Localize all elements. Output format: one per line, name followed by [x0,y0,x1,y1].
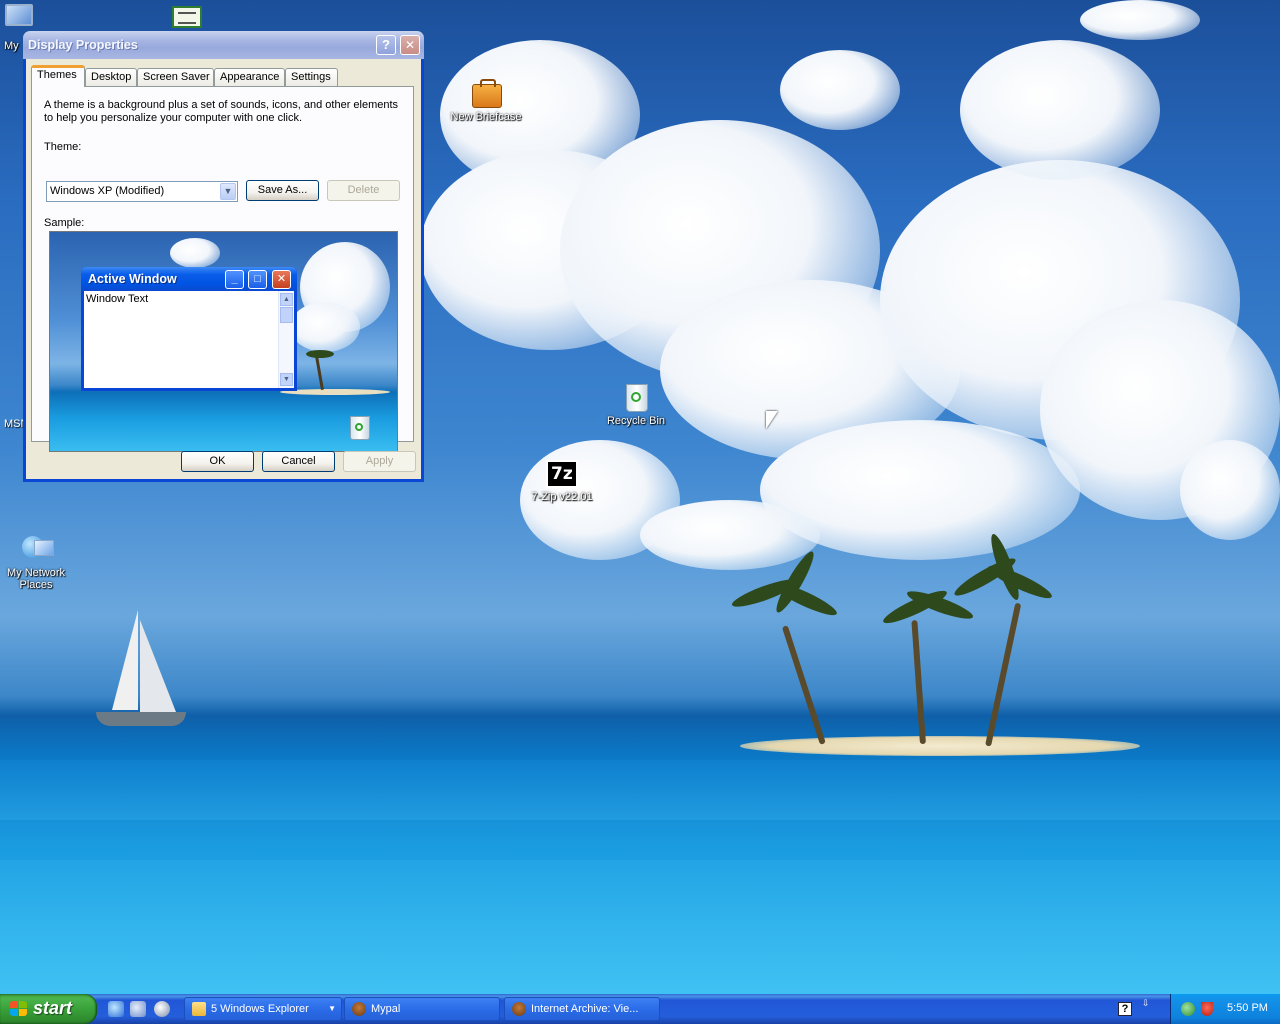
desktop-icon-label: My Network Places [6,567,66,591]
theme-select[interactable]: Windows XP (Modified) ▼ [46,181,238,202]
theme-label: Theme: [44,141,82,153]
help-button[interactable]: ? [376,35,396,55]
minimize-icon: _ [225,270,244,289]
certificate-icon [178,12,196,24]
security-shield-icon[interactable] [1201,1002,1213,1016]
theme-sample-preview: Active Window _ □ ✕ Window Text ▲ ▼ [49,231,398,452]
close-button[interactable]: ✕ [400,35,420,55]
help-tray-icon[interactable]: ? [1118,1002,1132,1016]
desktop-icon-label: Recycle Bin [606,415,666,427]
taskbar-item-label: Mypal [371,1003,401,1015]
desktop-icon-new-briefcase[interactable]: New Briefcase [446,76,526,123]
clock[interactable]: 5:50 PM [1227,1002,1268,1014]
dialog-body: Themes Desktop Screen Saver Appearance S… [26,59,421,479]
taskbar-item-label: 5 Windows Explorer [211,1003,309,1015]
dialog-titlebar[interactable]: Display Properties ? ✕ [23,31,424,59]
cancel-button[interactable]: Cancel [262,451,335,472]
tab-desktop[interactable]: Desktop [85,68,137,86]
network-places-icon [20,532,54,564]
tab-appearance[interactable]: Appearance [214,68,285,86]
tab-screen-saver[interactable]: Screen Saver [137,68,214,86]
recycle-bin-icon [620,380,652,412]
chevron-down-icon[interactable]: ▼ [220,183,236,200]
desktop-icon-my-network-places[interactable]: My Network Places [0,532,76,591]
internet-explorer-icon[interactable] [108,1001,124,1017]
taskbar-item-label: Internet Archive: Vie... [531,1003,639,1015]
ok-button[interactable]: OK [181,451,254,472]
display-properties-dialog[interactable]: Display Properties ? ✕ Themes Desktop Sc… [23,31,424,482]
taskbar-item-windows-explorer[interactable]: 5 Windows Explorer ▼ [184,997,342,1021]
delete-button: Delete [327,180,400,201]
desktop-icon-recycle-bin[interactable]: Recycle Bin [596,380,676,427]
mypal-icon [512,1002,526,1016]
taskbar-item-mypal[interactable]: Mypal [344,997,500,1021]
theme-select-value: Windows XP (Modified) [50,185,165,197]
preview-scrollbar: ▲ ▼ [278,291,294,388]
preview-window-text: Window Text [86,293,149,305]
maximize-icon: □ [248,270,267,289]
chevron-down-icon: ▼ [328,1004,336,1013]
language-bar-icon[interactable]: ⇩ [1142,998,1154,1018]
taskbar-item-internet-archive[interactable]: Internet Archive: Vie... [504,997,660,1021]
tab-settings[interactable]: Settings [285,68,338,86]
save-as-button[interactable]: Save As... [246,180,319,201]
sample-label: Sample: [44,217,85,229]
desktop-icon-7zip[interactable]: 7z 7-Zip v22.01 [522,460,602,503]
preview-active-window: Active Window _ □ ✕ Window Text ▲ ▼ [81,267,297,391]
recycle-bin-icon [350,416,370,440]
dialog-title: Display Properties [28,38,138,52]
desktop-icon-label: New Briefcase [450,111,522,123]
desktop-icon-my-computer[interactable]: My [0,2,36,52]
folder-icon [192,1002,206,1016]
start-button[interactable]: start [0,994,97,1024]
briefcase-icon [470,76,502,108]
my-computer-icon [1,2,33,28]
seven-zip-icon: 7z [546,460,578,488]
browser-icon[interactable] [130,1001,146,1017]
system-tray: 5:50 PM [1170,994,1280,1024]
tab-themes[interactable]: Themes [31,65,85,87]
themes-panel: A theme is a background plus a set of so… [31,86,414,452]
desktop-icon-label: My [4,40,19,52]
theme-description: A theme is a background plus a set of so… [44,99,399,124]
media-player-icon[interactable] [154,1001,170,1017]
close-icon: ✕ [272,270,291,289]
start-label: start [33,998,73,1018]
windows-flag-icon [10,1001,28,1017]
scroll-thumb [280,307,293,323]
desktop-icon-label: 7-Zip v22.01 [531,491,593,503]
desktop-icon-unknown-top[interactable] [172,6,202,28]
network-tray-icon[interactable] [1181,1002,1195,1016]
mouse-cursor-icon [766,411,778,429]
apply-button: Apply [343,451,416,472]
chevron-up-icon: ▲ [280,293,293,306]
preview-window-title: Active Window [88,272,177,286]
mypal-icon [352,1002,366,1016]
taskbar[interactable]: start 5 Windows Explorer ▼ Mypal Interne… [0,994,1280,1024]
chevron-down-icon: ▼ [280,373,293,386]
